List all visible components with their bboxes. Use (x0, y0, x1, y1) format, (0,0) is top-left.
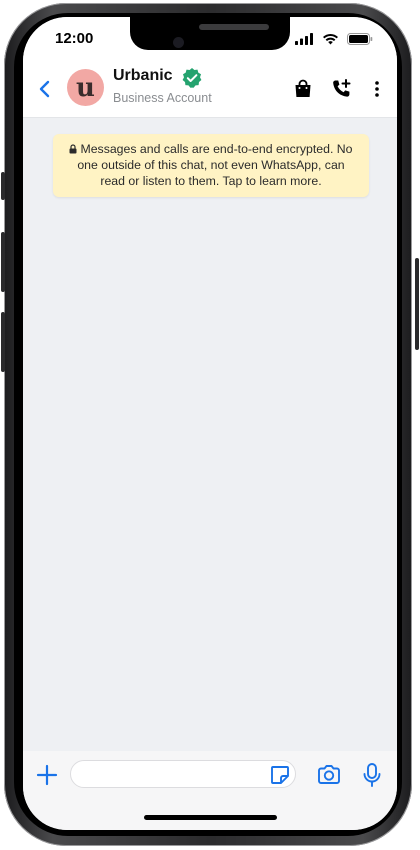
message-input[interactable] (70, 760, 296, 788)
composer-bar (23, 751, 397, 799)
camera-icon[interactable] (316, 763, 342, 787)
encryption-notice[interactable]: Messages and calls are end-to-end encryp… (53, 134, 369, 197)
volume-down-button (1, 312, 5, 372)
volume-up-button (1, 232, 5, 292)
contact-subtitle: Business Account (113, 91, 212, 105)
chat-header: u Urbanic Business Account (23, 61, 397, 118)
microphone-icon[interactable] (361, 762, 383, 788)
power-button (415, 258, 419, 350)
back-icon[interactable] (33, 77, 57, 101)
cellular-signal-icon (295, 33, 314, 45)
plus-icon[interactable] (35, 763, 59, 787)
sticker-icon[interactable] (269, 764, 291, 786)
lock-icon (69, 144, 77, 154)
home-indicator[interactable] (144, 815, 277, 820)
verified-badge-icon (181, 67, 203, 89)
add-call-icon[interactable] (329, 77, 353, 101)
mute-switch (1, 172, 5, 200)
notch (130, 17, 290, 50)
more-vertical-icon[interactable] (365, 77, 389, 101)
home-area (23, 799, 397, 830)
contact-name[interactable]: Urbanic (113, 67, 173, 85)
battery-icon (347, 33, 373, 45)
shopping-bag-icon[interactable] (291, 77, 315, 101)
status-icons (295, 33, 373, 45)
notch-speaker (199, 24, 269, 30)
avatar[interactable]: u (67, 69, 104, 106)
notch-camera (173, 37, 184, 48)
encryption-notice-text: Messages and calls are end-to-end encryp… (77, 142, 353, 188)
status-time: 12:00 (55, 30, 94, 47)
wifi-icon (322, 33, 339, 45)
screen: 12:00 u Urbanic Business Account Message… (23, 17, 397, 830)
avatar-letter: u (76, 72, 95, 103)
